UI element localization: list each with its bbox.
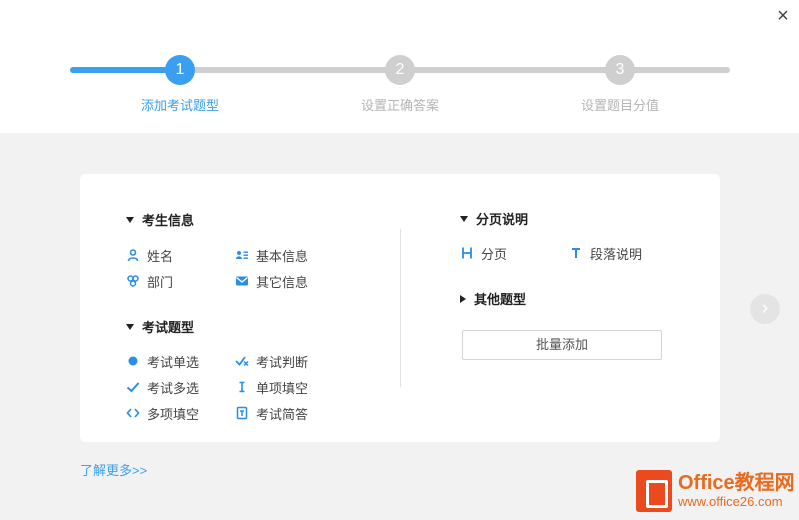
item-single-choice[interactable]: 考试单选: [126, 352, 199, 370]
column-divider: [400, 229, 401, 387]
brackets-icon: [126, 406, 140, 420]
step-3-circle[interactable]: 3: [605, 55, 635, 85]
step-1-label[interactable]: 添加考试题型: [100, 95, 260, 114]
item-other-info[interactable]: 其它信息: [235, 272, 308, 290]
other-types-section-title[interactable]: 其他题型: [460, 289, 526, 308]
caret-down-icon: [460, 215, 468, 222]
item-basic-info[interactable]: 基本信息: [235, 246, 308, 264]
check-icon: [126, 380, 140, 394]
item-judgment[interactable]: 考试判断: [235, 352, 308, 370]
caret-down-icon: [126, 323, 134, 330]
text-t-icon: [569, 246, 583, 260]
exam-types-section-title[interactable]: 考试题型: [126, 317, 194, 336]
next-arrow-icon[interactable]: ›: [750, 294, 780, 324]
page-break-icon: [460, 246, 474, 260]
progress-track-remaining: [180, 67, 730, 73]
item-paragraph[interactable]: 段落说明: [569, 244, 642, 262]
close-icon[interactable]: ×: [772, 6, 794, 28]
item-single-fill[interactable]: 单项填空: [235, 378, 308, 396]
item-page-break[interactable]: 分页: [460, 244, 507, 262]
batch-add-button[interactable]: 批量添加: [462, 330, 662, 360]
item-short-answer[interactable]: 考试简答: [235, 404, 308, 422]
document-edit-icon: [235, 406, 249, 420]
watermark: Office教程网 www.office26.com: [636, 470, 795, 512]
text-cursor-icon: [235, 380, 249, 394]
step-3-label[interactable]: 设置题目分值: [540, 95, 700, 114]
person-icon: [126, 248, 140, 262]
office-logo-icon: [636, 470, 672, 512]
watermark-url: www.office26.com: [678, 494, 783, 509]
item-multi-fill[interactable]: 多项填空: [126, 404, 199, 422]
caret-down-icon: [126, 216, 134, 223]
radio-dot-icon: [126, 354, 140, 368]
watermark-title: Office教程网: [678, 472, 795, 494]
learn-more-link[interactable]: 了解更多>>: [80, 460, 147, 479]
progress-track-complete: [70, 67, 180, 73]
candidate-info-section-title[interactable]: 考生信息: [126, 210, 194, 229]
group-icon: [126, 274, 140, 288]
page-desc-section-title[interactable]: 分页说明: [460, 209, 528, 228]
item-multi-choice[interactable]: 考试多选: [126, 378, 199, 396]
step-2-label[interactable]: 设置正确答案: [320, 95, 480, 114]
caret-right-icon: [460, 294, 466, 303]
id-card-icon: [235, 248, 249, 262]
step-2-circle[interactable]: 2: [385, 55, 415, 85]
mail-icon: [235, 274, 249, 288]
question-type-panel: 考生信息 姓名 基本信息 部门 其它信息 考试题型 考试单选 考试判断 考试多选…: [80, 174, 720, 442]
step-1-circle[interactable]: 1: [165, 55, 195, 85]
wizard-header: × 1 2 3 添加考试题型 设置正确答案 设置题目分值: [0, 0, 799, 133]
item-name[interactable]: 姓名: [126, 246, 173, 264]
item-department[interactable]: 部门: [126, 272, 173, 290]
check-cross-icon: [235, 354, 249, 368]
